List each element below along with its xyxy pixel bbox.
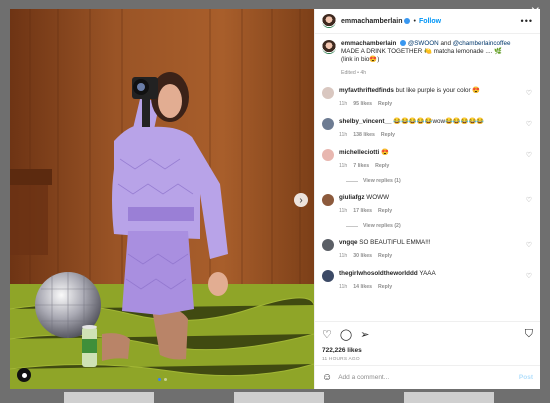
author-username[interactable]: emmachamberlain [341, 18, 402, 25]
bookmark-icon[interactable]: ⛉ [525, 328, 533, 341]
comment-item: giuliafgz WOWW 11h 17 likes Reply ♡ [322, 194, 533, 215]
heart-icon[interactable]: ♡ [322, 328, 332, 341]
commenter-username[interactable]: thegirlwhosoldtheworlddd [339, 270, 418, 277]
comment-text: WOWW [364, 194, 390, 201]
comment-likes[interactable]: 14 likes [353, 284, 372, 290]
commenter-username[interactable]: shelby_vincent__ [339, 118, 392, 125]
reply-button[interactable]: Reply [381, 132, 395, 138]
comment-likes[interactable]: 95 likes [353, 101, 372, 107]
comment-age[interactable]: 11h [339, 132, 347, 138]
comment-heart-icon[interactable]: ♡ [526, 272, 532, 280]
more-options-icon[interactable]: ••• [521, 16, 533, 26]
comment-item: vngqe SO BEAUTIFUL EMMA!!! 11h 30 likes Rep… [322, 239, 533, 260]
reply-button[interactable]: Reply [378, 253, 392, 259]
comment-likes[interactable]: 7 likes [353, 163, 369, 169]
separator: • [413, 17, 416, 25]
comment-heart-icon[interactable]: ♡ [526, 120, 532, 128]
add-comment-bar: ☺ Add a comment... Post [315, 365, 540, 389]
view-replies-button[interactable]: View replies (1) [346, 178, 533, 184]
reply-button[interactable]: Reply [375, 163, 389, 169]
caption-line: MADE A DRINK TOGETHER 🍋 matcha lemonade … [341, 48, 503, 55]
carousel-dots [10, 378, 314, 381]
comment-item: myfavthriftedfinds but like purple is yo… [322, 87, 533, 108]
commenter-avatar[interactable] [322, 239, 334, 251]
comment-heart-icon[interactable]: ♡ [526, 196, 532, 204]
comments-list[interactable]: emmachamberlain @SWOON and @chamberlainc… [315, 34, 540, 321]
post-actions: ♡ ◯ ➢ ⛉ 722,226 likes 11 HOURS AGO [315, 321, 540, 365]
comment-text: 😂😂😂😂😂wow😂😂😂😂😂 [391, 118, 485, 125]
commenter-avatar[interactable] [322, 194, 334, 206]
caption-username[interactable]: emmachamberlain [341, 40, 396, 47]
share-icon[interactable]: ➢ [360, 328, 369, 341]
comment-text: YAAA [417, 270, 436, 277]
post-image [10, 9, 314, 389]
comment-heart-icon[interactable]: ♡ [526, 89, 532, 97]
comment-age[interactable]: 11h [339, 208, 347, 214]
post-photo: › [10, 9, 314, 389]
caption-avatar[interactable] [322, 40, 336, 54]
reply-button[interactable]: Reply [378, 101, 392, 107]
verified-badge-icon [404, 18, 411, 24]
commenter-avatar[interactable] [322, 270, 334, 282]
commenter-username[interactable]: myfavthriftedfinds [339, 87, 394, 94]
comment-age[interactable]: 11h [339, 101, 347, 107]
commenter-username[interactable]: michelleciotti [339, 149, 379, 156]
comment-likes[interactable]: 30 likes [353, 253, 372, 259]
comment-item: michelleciotti 😍 11h 7 likes Reply ♡ [322, 149, 533, 170]
post-caption: emmachamberlain @SWOON and @chamberlainc… [322, 40, 533, 77]
comment-text: but like purple is your color 😍 [393, 87, 481, 94]
author-avatar[interactable] [322, 14, 336, 28]
follow-button[interactable]: Follow [419, 18, 441, 25]
comment-heart-icon[interactable]: ♡ [526, 151, 532, 159]
comment-text: 😍 [379, 149, 389, 156]
post-comment-button[interactable]: Post [519, 374, 533, 381]
comment-likes[interactable]: 138 likes [353, 132, 375, 138]
comment-input[interactable]: Add a comment... [338, 374, 389, 381]
post-header: emmachamberlain • Follow ••• [315, 9, 540, 34]
comment-likes[interactable]: 17 likes [353, 208, 372, 214]
reply-button[interactable]: Reply [378, 208, 392, 214]
emoji-icon[interactable]: ☺ [322, 372, 332, 383]
post-modal: › emmachamberlain • Follow ••• emmachamb… [10, 9, 540, 389]
commenter-username[interactable]: giuliafgz [339, 194, 365, 201]
comment-item: thegirlwhosoldtheworlddd YAAA 11h 14 likes… [322, 270, 533, 291]
verified-badge-icon [400, 40, 407, 47]
comment-item: shelby_vincent__ 😂😂😂😂😂wow😂😂😂😂😂 11h 138 lik… [322, 118, 533, 139]
commenter-avatar[interactable] [322, 118, 334, 130]
mention-link[interactable]: @chamberlaincoffee [453, 40, 511, 47]
commenter-avatar[interactable] [322, 149, 334, 161]
commenter-avatar[interactable] [322, 87, 334, 99]
reply-button[interactable]: Reply [378, 284, 392, 290]
comment-heart-icon[interactable]: ♡ [526, 241, 532, 249]
comment-age[interactable]: 11h [339, 163, 347, 169]
commenter-username[interactable]: vngqe [339, 239, 358, 246]
view-replies-button[interactable]: View replies (2) [346, 223, 533, 229]
comment-age[interactable]: 11h [339, 253, 347, 259]
mention-link[interactable]: @SWOON [408, 40, 439, 47]
next-photo-button[interactable]: › [294, 193, 308, 207]
caption-line: (link in bio😍) [341, 56, 380, 63]
comment-text: SO BEAUTIFUL EMMA!!! [357, 239, 431, 246]
background-thumbnails [64, 392, 494, 403]
caption-meta: Edited • 4h [341, 70, 367, 76]
like-count[interactable]: 722,226 likes [322, 347, 533, 354]
post-time[interactable]: 11 HOURS AGO [322, 357, 533, 362]
comment-icon[interactable]: ◯ [340, 328, 352, 341]
comment-age[interactable]: 11h [339, 284, 347, 290]
post-sidebar: emmachamberlain • Follow ••• emmachamber… [314, 9, 540, 389]
